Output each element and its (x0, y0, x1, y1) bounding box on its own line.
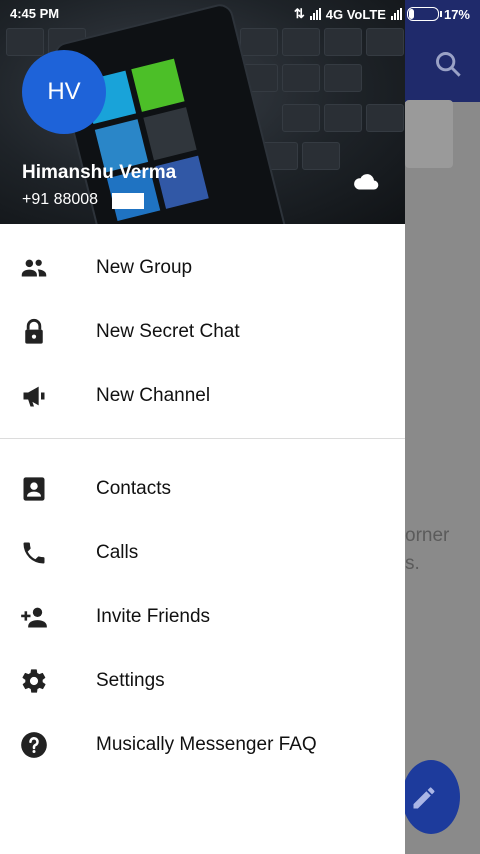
background-card (405, 100, 453, 168)
empty-hint: orner s. (405, 522, 449, 578)
group-icon (21, 259, 47, 277)
menu-label: Settings (96, 670, 165, 691)
add-person-icon (21, 607, 47, 628)
menu-item-calls[interactable]: Calls (0, 521, 405, 585)
search-icon[interactable] (434, 50, 462, 78)
contact-card-icon (23, 477, 45, 501)
menu-item-contacts[interactable]: Contacts (0, 457, 405, 521)
redacted-phone-digits (112, 193, 144, 209)
signal-icon (309, 8, 321, 20)
menu-label: New Secret Chat (96, 321, 240, 342)
pencil-icon (413, 787, 435, 809)
menu-label: Contacts (96, 478, 171, 499)
menu-divider (0, 438, 405, 439)
data-arrows-icon: ⇅ (293, 6, 305, 21)
menu-item-invite-friends[interactable]: Invite Friends (0, 585, 405, 649)
wallpaper-key (324, 64, 362, 92)
hint-line: s. (405, 553, 420, 574)
status-time: 4:45 PM (10, 6, 60, 21)
wallpaper-key (366, 104, 404, 132)
gear-icon (22, 669, 46, 693)
menu-label: New Channel (96, 385, 211, 406)
wallpaper-key (240, 28, 278, 56)
drawer-menu: New Group New Secret Chat New Channel Co… (0, 236, 405, 777)
menu-label: New Group (96, 257, 193, 278)
status-icons: ⇅ 4G VoLTE 17% (294, 6, 470, 22)
wallpaper-key (6, 28, 44, 56)
wallpaper-key (282, 104, 320, 132)
wallpaper-key (282, 64, 320, 92)
wallpaper-tile (143, 107, 197, 161)
help-icon (21, 732, 47, 758)
menu-item-faq[interactable]: Musically Messenger FAQ (0, 713, 405, 777)
phone-icon (23, 542, 45, 564)
signal-icon (390, 8, 402, 20)
network-type: 4G VoLTE (325, 6, 386, 22)
avatar[interactable]: HV (22, 50, 106, 134)
menu-label: Calls (96, 542, 139, 563)
menu-item-settings[interactable]: Settings (0, 649, 405, 713)
cloud-icon[interactable] (352, 171, 380, 193)
battery-icon (406, 7, 442, 21)
wallpaper-key (366, 28, 404, 56)
wallpaper-key (324, 28, 362, 56)
battery-percent: 17% (443, 6, 470, 22)
user-phone: +91 88008 (22, 191, 99, 208)
menu-item-new-group[interactable]: New Group (0, 236, 405, 300)
megaphone-icon (23, 386, 45, 407)
menu-item-new-channel[interactable]: New Channel (0, 364, 405, 428)
navigation-drawer: HV Himanshu Verma +91 88008 New Group Ne… (0, 0, 405, 854)
menu-label: Musically Messenger FAQ (96, 734, 317, 755)
user-name: Himanshu Verma (22, 162, 177, 183)
menu-item-new-secret-chat[interactable]: New Secret Chat (0, 300, 405, 364)
battery-fill (408, 9, 415, 19)
wallpaper-tile (131, 58, 185, 112)
drawer-header: HV Himanshu Verma +91 88008 (0, 0, 405, 224)
wallpaper-key (302, 142, 340, 170)
menu-label: Invite Friends (96, 606, 211, 627)
status-bar: 4:45 PM ⇅ 4G VoLTE 17% (0, 0, 480, 26)
compose-fab[interactable] (402, 760, 460, 834)
hint-line: orner (405, 525, 450, 546)
wallpaper-key (282, 28, 320, 56)
lock-icon (25, 318, 43, 344)
wallpaper-key (324, 104, 362, 132)
